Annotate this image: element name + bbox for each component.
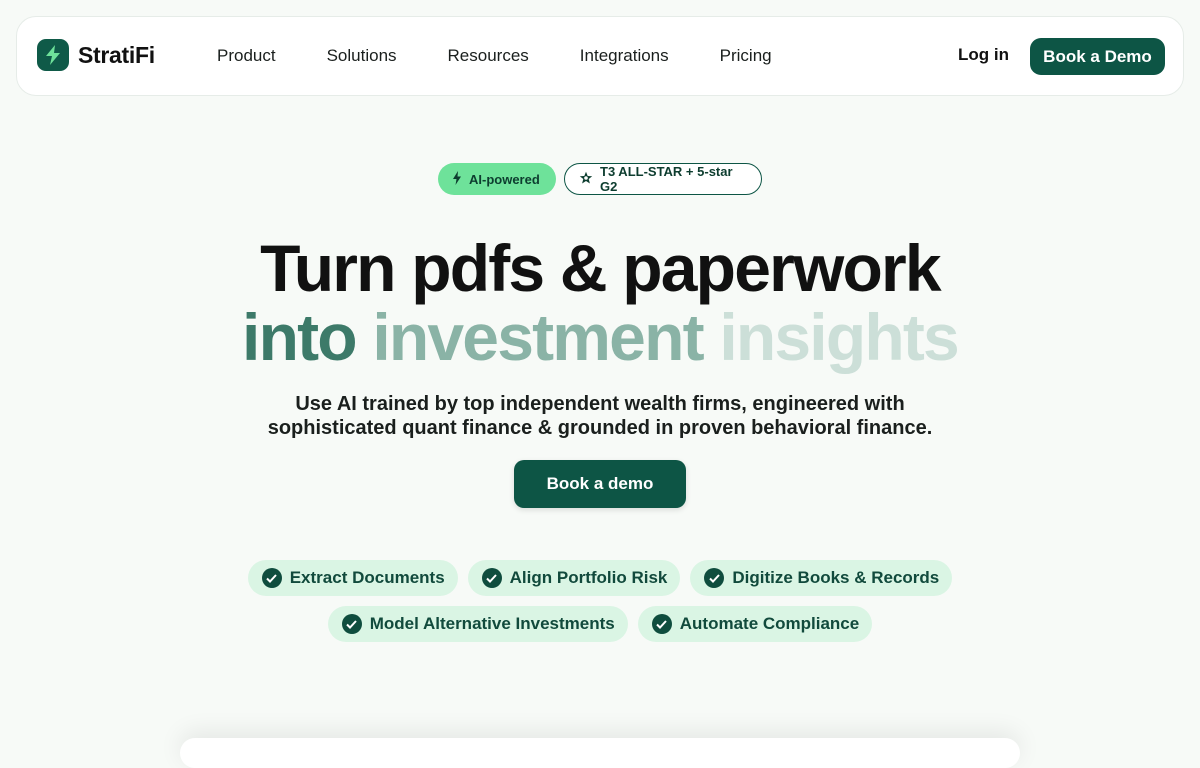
nav-link-product[interactable]: Product <box>217 46 276 66</box>
book-demo-nav-button[interactable]: Book a Demo <box>1030 38 1165 75</box>
login-link[interactable]: Log in <box>958 45 1009 65</box>
feature-chip-label: Extract Documents <box>289 568 445 587</box>
brand-logo[interactable]: StratiFi <box>37 39 155 71</box>
ai-powered-label: AI-powered <box>469 171 540 187</box>
hero-badges: AI-powered T3 ALL-STAR + 5-star G2 <box>0 163 1200 195</box>
check-icon <box>481 568 502 588</box>
check-icon <box>704 568 725 588</box>
nav-link-pricing[interactable]: Pricing <box>720 46 772 66</box>
nav-link-solutions[interactable]: Solutions <box>327 46 397 66</box>
award-badge: T3 ALL-STAR + 5-star G2 <box>564 163 762 195</box>
hero-subtitle: Use AI trained by top independent wealth… <box>0 392 1200 440</box>
top-navbar: StratiFi Product Solutions Resources Int… <box>16 16 1184 96</box>
feature-chip-label: Model Alternative Investments <box>369 614 615 633</box>
nav-link-integrations[interactable]: Integrations <box>580 46 669 66</box>
nav-link-resources[interactable]: Resources <box>448 46 529 66</box>
feature-chips-row-2: Model Alternative Investments Automate C… <box>0 606 1200 642</box>
feature-chip-label: Automate Compliance <box>679 614 860 633</box>
brand-name: StratiFi <box>78 41 155 68</box>
feature-chip-automate-compliance[interactable]: Automate Compliance <box>637 606 873 642</box>
subtitle-line-2: sophisticated quant finance & grounded i… <box>267 417 933 439</box>
star-badge-icon <box>579 171 593 188</box>
headline-line-2: into investment insights <box>0 303 1200 371</box>
award-label: T3 ALL-STAR + 5-star G2 <box>600 164 733 194</box>
check-icon <box>651 614 672 634</box>
feature-chip-align-portfolio-risk[interactable]: Align Portfolio Risk <box>467 560 681 596</box>
subtitle-line-1: Use AI trained by top independent wealth… <box>295 393 905 415</box>
headline-line-1: Turn pdfs & paperwork <box>260 231 942 305</box>
check-icon <box>261 568 282 588</box>
feature-chip-label: Align Portfolio Risk <box>509 568 668 587</box>
lightning-icon <box>452 170 462 188</box>
headline-word-insights: insights <box>719 300 959 374</box>
feature-chip-extract-documents[interactable]: Extract Documents <box>247 560 458 596</box>
headline-word-investment: investment <box>372 300 704 374</box>
ai-powered-badge: AI-powered <box>438 163 556 195</box>
hero-headline: Turn pdfs & paperwork into investment in… <box>0 234 1200 371</box>
feature-chip-label: Digitize Books & Records <box>732 568 940 587</box>
feature-chip-digitize-books-records[interactable]: Digitize Books & Records <box>690 560 953 596</box>
nav-links: Product Solutions Resources Integrations… <box>217 17 823 95</box>
feature-chip-model-alternative-investments[interactable]: Model Alternative Investments <box>327 606 628 642</box>
headline-word-into: into <box>242 300 358 374</box>
product-preview-card-edge <box>180 738 1020 768</box>
lightning-icon <box>37 39 69 71</box>
book-demo-hero-button[interactable]: Book a demo <box>514 460 686 508</box>
feature-chips-row-1: Extract Documents Align Portfolio Risk D… <box>0 560 1200 596</box>
check-icon <box>341 614 362 634</box>
